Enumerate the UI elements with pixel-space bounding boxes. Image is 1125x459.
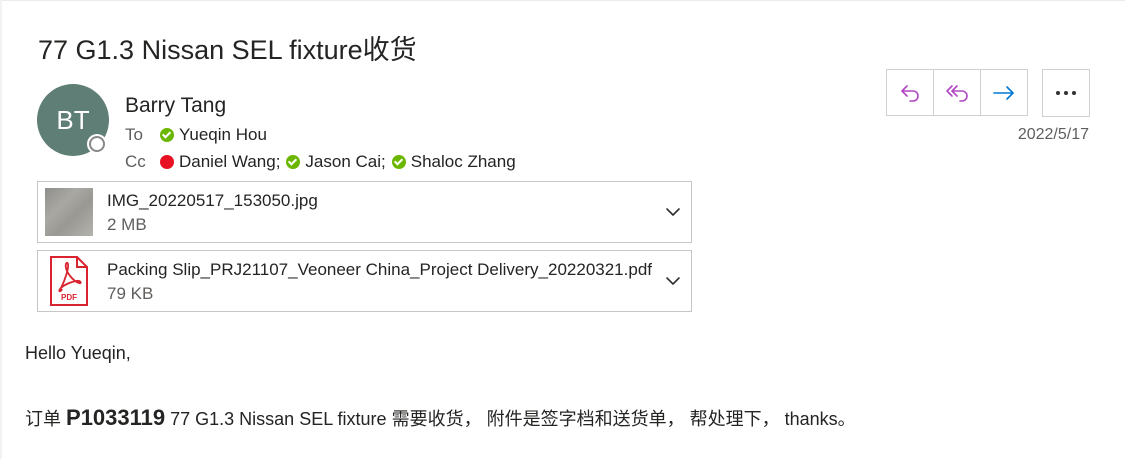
to-label: To [125,125,143,144]
chevron-down-icon[interactable] [665,273,681,289]
recipient-daniel-wang[interactable]: Daniel Wang; [160,152,280,172]
attachment-size: 79 KB [107,284,154,303]
attachment-image[interactable]: IMG_20220517_153050.jpg 2 MB [37,181,692,243]
pdf-badge: PDF [61,293,77,302]
reply-all-button[interactable] [933,69,980,116]
recipient-shaloc-zhang[interactable]: Shaloc Zhang [391,152,516,172]
top-border [0,0,1125,1]
attachment-size: 2 MB [107,215,147,234]
left-border [0,0,2,459]
email-date: 2022/5/17 [1017,126,1089,143]
more-icon [1056,91,1076,95]
recipient-name: Shaloc Zhang [410,152,516,171]
recipient-name: Daniel Wang; [179,152,281,171]
cc-label: Cc [125,152,146,171]
available-status-icon [160,128,174,142]
recipient-yueqin-hou[interactable]: Yueqin Hou [160,125,267,145]
reply-actions-group [886,69,1028,117]
more-actions-button[interactable] [1042,69,1090,117]
attachment-name: Packing Slip_PRJ21107_Veoneer China_Proj… [107,260,652,279]
body-prefix: 订单 [25,409,67,429]
body-greeting: Hello Yueqin, [25,343,131,363]
busy-status-icon [160,155,174,169]
reply-button[interactable] [886,69,933,116]
recipient-name: Yueqin Hou [179,125,267,144]
reply-icon [901,84,919,102]
order-number: P1033119 [66,405,166,430]
body-text: 77 G1.3 Nissan SEL fixture 需要收货， 附件是签字档和… [165,409,856,429]
reply-all-icon [946,84,968,102]
cc-line: Cc Daniel Wang; Jason Cai; Shaloc Zhang [125,152,522,172]
to-line: To Yueqin Hou [125,125,273,145]
body-message: 订单 P1033119 77 G1.3 Nissan SEL fixture 需… [25,405,856,431]
sender-name[interactable]: Barry Tang [125,94,226,118]
forward-button[interactable] [980,69,1028,116]
presence-status-icon [89,136,105,152]
pdf-file-icon: PDF [50,256,88,306]
available-status-icon [391,155,406,169]
attachment-pdf[interactable]: PDF Packing Slip_PRJ21107_Veoneer China_… [37,250,692,312]
chevron-down-icon[interactable] [665,204,681,220]
available-status-icon [286,155,301,169]
image-thumbnail [45,188,93,236]
recipient-jason-cai[interactable]: Jason Cai; [286,152,386,172]
forward-icon [993,85,1014,100]
attachment-name: IMG_20220517_153050.jpg [107,191,318,210]
email-subject: 77 G1.3 Nissan SEL fixture收货 [38,35,417,65]
recipient-name: Jason Cai; [305,152,386,171]
